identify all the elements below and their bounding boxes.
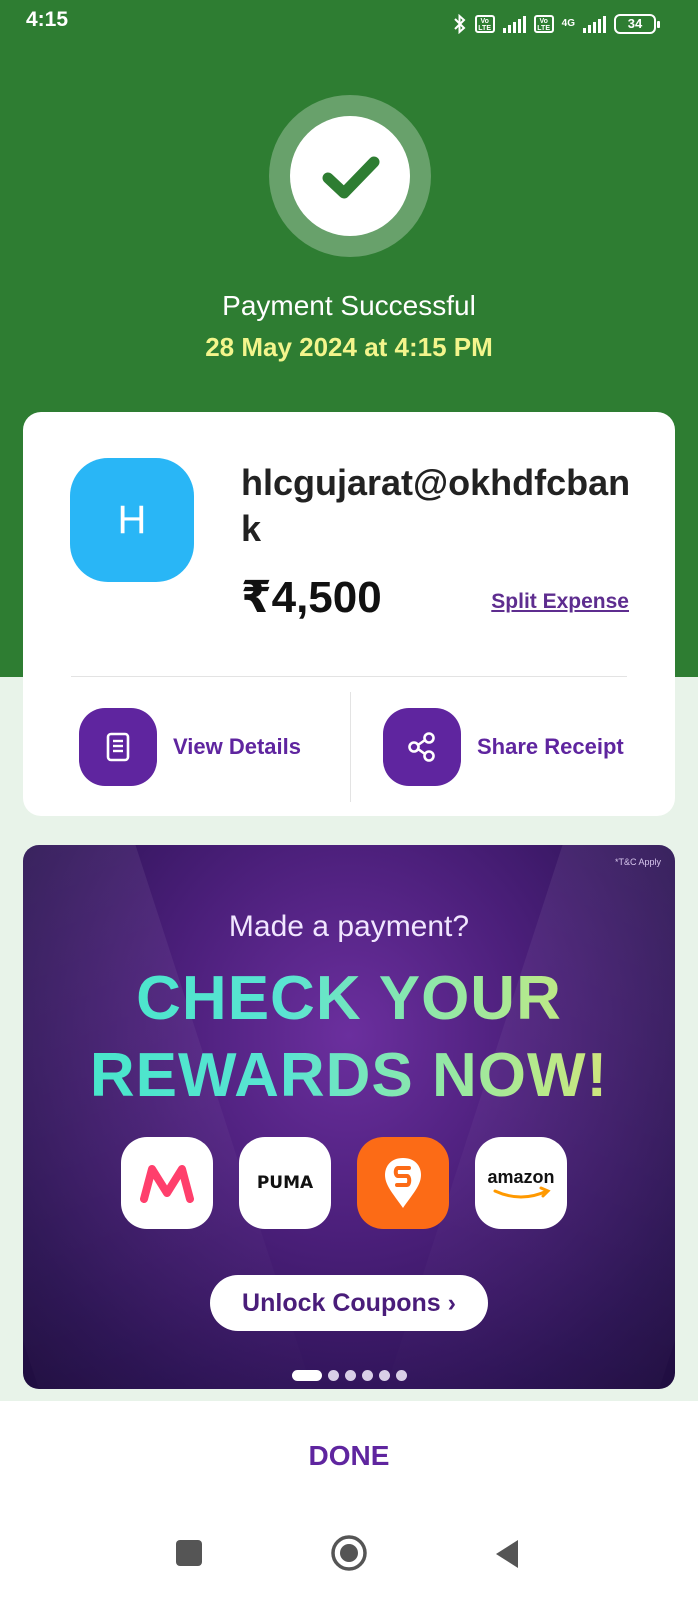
success-badge <box>269 95 431 257</box>
divider <box>71 676 627 677</box>
view-details-button[interactable]: View Details <box>79 708 301 786</box>
svg-text:amazon: amazon <box>487 1167 554 1187</box>
status-icons: Vo LTE Vo LTE 4G 34 <box>453 10 660 38</box>
avatar: H <box>70 458 194 582</box>
volte-icon-2: Vo LTE <box>533 15 554 33</box>
network-type: 4G <box>561 18 575 29</box>
bluetooth-icon <box>453 14 466 34</box>
success-datetime: 28 May 2024 at 4:15 PM <box>205 332 493 362</box>
unlock-coupons-button[interactable]: Unlock Coupons › <box>210 1275 488 1331</box>
document-icon <box>79 708 157 786</box>
signal-icon-2 <box>583 15 606 33</box>
split-expense-link[interactable]: Split Expense <box>491 590 629 614</box>
banner-subtitle: Made a payment? <box>228 910 470 943</box>
share-icon <box>383 708 461 786</box>
amazon-logo: amazon <box>475 1137 567 1229</box>
rewards-banner[interactable]: *T&C Apply Made a payment? CHECK YOUR RE… <box>23 845 675 1389</box>
amount: ₹4,500 <box>241 573 382 622</box>
recent-apps-icon[interactable] <box>174 1538 204 1568</box>
signal-icon <box>502 15 526 33</box>
back-icon[interactable] <box>492 1538 522 1570</box>
transaction-card: H hlcgujarat@okhdfcbank ₹4,500 Split Exp… <box>23 412 675 816</box>
swiggy-logo <box>357 1137 449 1229</box>
checkmark-icon <box>322 156 380 199</box>
payee-upi-id: hlcgujarat@okhdfcbank <box>241 462 631 549</box>
share-receipt-label: Share Receipt <box>477 734 624 759</box>
battery-icon: 34 <box>614 14 660 34</box>
carousel-indicator <box>23 1370 675 1381</box>
volte-icon: Vo LTE <box>474 15 495 33</box>
home-icon[interactable] <box>330 1534 368 1572</box>
banner-headline-2: REWARDS NOW! <box>23 1040 675 1111</box>
puma-logo: PUMA <box>239 1137 331 1229</box>
status-time: 4:15 <box>26 8 69 31</box>
banner-headline-1: CHECK YOUR <box>23 963 675 1034</box>
view-details-label: View Details <box>173 734 301 759</box>
share-receipt-button[interactable]: Share Receipt <box>383 708 624 786</box>
success-title: Payment Successful <box>222 290 476 321</box>
tnc-label: *T&C Apply <box>614 857 661 867</box>
done-button[interactable]: DONE <box>0 1440 698 1472</box>
myntra-logo <box>121 1137 213 1229</box>
divider-vertical <box>350 692 351 802</box>
